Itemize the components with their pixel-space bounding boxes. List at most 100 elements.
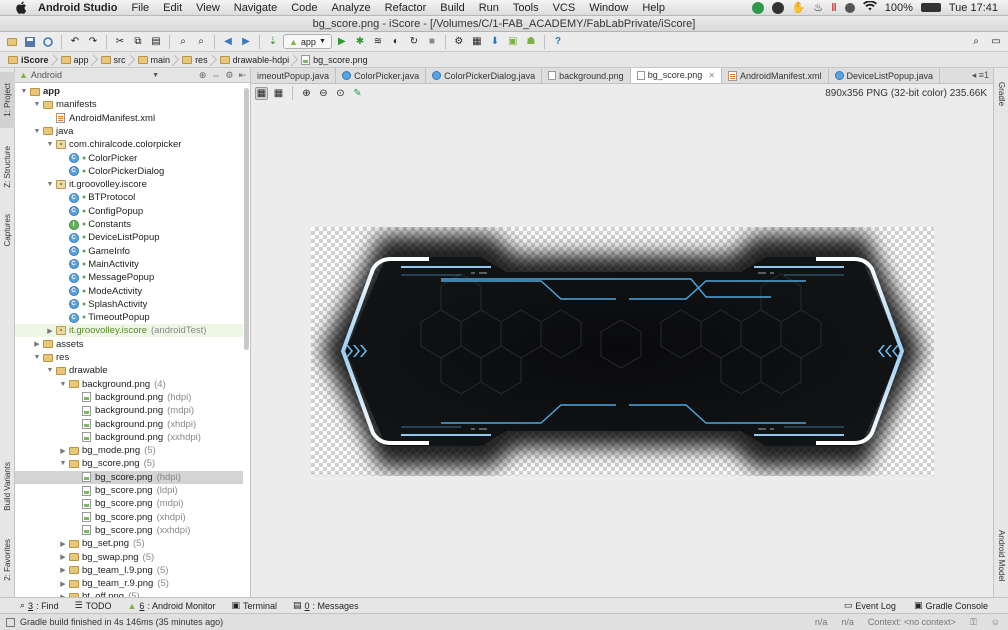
chevron-down-icon[interactable]: ▼ (58, 381, 68, 388)
actual-size-icon[interactable]: ⊙ (334, 87, 347, 100)
breadcrumb-item[interactable]: app (57, 52, 97, 68)
chevron-down-icon[interactable]: ▼ (32, 128, 42, 135)
collapse-all-icon[interactable]: ⇔ (211, 70, 220, 81)
inspector-icon[interactable]: ☺ (991, 617, 1000, 628)
chevron-down-icon[interactable]: ▼ (58, 460, 68, 467)
dropbox-icon[interactable]: ♨ (813, 1, 823, 14)
make-project-icon[interactable]: ⇣ (265, 34, 281, 50)
breadcrumb-item[interactable]: res (178, 52, 216, 68)
wifi-icon[interactable] (862, 0, 877, 14)
tool-messages[interactable]: ▤ 0: Messages (293, 600, 359, 611)
tabs-overflow-button[interactable]: ◂ ≡1 (968, 68, 993, 83)
chevron-right-icon[interactable]: ▶ (45, 327, 55, 335)
breadcrumb-item[interactable]: drawable-hdpi (216, 52, 298, 68)
android-device-icon[interactable]: ☗ (523, 34, 539, 50)
tool-android-monitor[interactable]: ▲ 6: Android Monitor (128, 601, 216, 611)
menu-code[interactable]: Code (284, 2, 324, 14)
tree-item[interactable]: C ● ColorPicker (15, 152, 243, 165)
search-everywhere-icon[interactable]: ⌕ (968, 34, 984, 50)
tree-item[interactable]: C ● DeviceListPopup (15, 231, 243, 244)
editor-tab[interactable]: ColorPickerDialog.java (426, 68, 543, 83)
save-icon[interactable] (22, 34, 38, 50)
avd-manager-icon[interactable]: ▣ (505, 34, 521, 50)
editor-tab[interactable]: bg_score.png ✕ (630, 68, 722, 83)
tree-item[interactable]: bg_score.png (hdpi) (15, 470, 243, 484)
menu-navigate[interactable]: Navigate (227, 2, 284, 14)
tree-item[interactable]: ▼ app (15, 85, 243, 98)
tree-item[interactable]: ▼ drawable (15, 364, 243, 377)
tree-item[interactable]: ▼ res (15, 351, 243, 364)
chevron-right-icon[interactable]: ▶ (58, 540, 68, 548)
tree-item[interactable]: AndroidManifest.xml (15, 112, 243, 125)
apply-changes-icon[interactable]: ↻ (406, 34, 422, 50)
tree-item[interactable]: ▶ it.groovolley.iscore (androidTest) (15, 324, 243, 338)
tree-item[interactable]: background.png (xhdpi) (15, 418, 243, 431)
editor-tab[interactable]: imeoutPopup.java (251, 68, 337, 83)
tree-item[interactable]: bg_score.png (xxhdpi) (15, 524, 243, 537)
apple-icon[interactable] (14, 1, 28, 15)
tab-favorites[interactable]: 2: Favorites (0, 530, 15, 590)
open-folder-icon[interactable] (4, 34, 20, 50)
breadcrumb-item[interactable]: main (134, 52, 179, 68)
tree-item[interactable]: ▶ bg_swap.png (5) (15, 551, 243, 564)
tree-item[interactable]: background.png (hdpi) (15, 391, 243, 404)
status-toggle-icon[interactable] (6, 617, 15, 627)
tree-item[interactable]: ▼ bg_score.png (5) (15, 457, 243, 470)
menu-run[interactable]: Run (472, 2, 506, 14)
chevron-right-icon[interactable]: ▶ (58, 580, 68, 588)
tree-item[interactable]: I ● Constants (15, 218, 243, 231)
tree-item[interactable]: C ● TimeoutPopup (15, 311, 243, 324)
redo-icon[interactable]: ↷ (85, 34, 101, 50)
help-icon[interactable]: ? (550, 34, 566, 50)
breadcrumb-item[interactable]: iScore (4, 52, 57, 68)
tree-item[interactable]: ▼ manifests (15, 98, 243, 111)
tree-item[interactable]: bg_score.png (ldpi) (15, 484, 243, 497)
replace-icon[interactable]: ⌕ (193, 34, 209, 50)
forward-icon[interactable]: ▶ (238, 34, 254, 50)
chevron-down-icon[interactable]: ▼ (45, 141, 55, 148)
tree-item[interactable]: ▶bt_off.png(5) (15, 590, 243, 597)
chevron-down-icon[interactable]: ▼ (45, 367, 55, 374)
tab-structure[interactable]: Z: Structure (0, 134, 15, 200)
tree-item[interactable]: C ● BTProtocol (15, 191, 243, 204)
menu-app-name[interactable]: Android Studio (34, 2, 124, 14)
clock[interactable]: Tue 17:41 (949, 2, 998, 14)
menu-tools[interactable]: Tools (506, 2, 546, 14)
breadcrumb-item[interactable]: src (97, 52, 134, 68)
tree-item[interactable]: C ● ColorPickerDialog (15, 165, 243, 178)
tree-item[interactable]: ▼ it.groovolley.iscore (15, 178, 243, 191)
gear-icon[interactable]: ⚙ (225, 70, 233, 81)
battery-icon[interactable] (920, 3, 941, 12)
tab-project[interactable]: 1: Project (0, 72, 15, 128)
hide-icon[interactable]: ⇤ (238, 70, 246, 81)
tree-item[interactable]: C ● MainActivity (15, 258, 243, 271)
tree-item[interactable]: ▼ java (15, 125, 243, 138)
menu-build[interactable]: Build (433, 2, 471, 14)
tab-captures[interactable]: Captures (0, 204, 15, 256)
paste-icon[interactable]: ▤ (148, 34, 164, 50)
tree-item[interactable]: C ● ConfigPopup (15, 205, 243, 218)
attach-icon[interactable]: ≋ (370, 34, 386, 50)
tree-item[interactable]: ▶ bg_set.png (5) (15, 537, 243, 550)
tool-terminal[interactable]: ▣ Terminal (231, 600, 277, 611)
editor-tab[interactable]: background.png (542, 68, 631, 83)
menu-help[interactable]: Help (635, 2, 672, 14)
stop-icon[interactable]: ■ (424, 34, 440, 50)
tree-item[interactable]: background.png (mdpi) (15, 404, 243, 417)
sync-icon[interactable] (751, 1, 764, 14)
tool-event-log[interactable]: ▭ Event Log (844, 600, 896, 611)
breadcrumb-item[interactable]: bg_score.png (297, 52, 376, 68)
tree-item[interactable]: ▼ com.chiralcode.colorpicker (15, 138, 243, 151)
debug-icon[interactable]: ✱ (352, 34, 368, 50)
security-icon[interactable] (771, 1, 784, 14)
tree-item[interactable]: bg_score.png (mdpi) (15, 497, 243, 510)
chevron-down-icon[interactable]: ▼ (32, 101, 42, 108)
layout-icon[interactable]: ▭ (988, 34, 1004, 50)
chevron-down-icon[interactable]: ▼ (45, 181, 55, 188)
scroll-from-source-icon[interactable]: ⊕ (199, 70, 207, 81)
tree-item[interactable]: ▶ bg_team_r.9.png (5) (15, 577, 243, 590)
close-icon[interactable]: ✕ (708, 71, 715, 80)
settings-icon[interactable]: ⚙ (451, 34, 467, 50)
editor-tab[interactable]: ColorPicker.java (336, 68, 427, 83)
tree-item[interactable]: C ● GameInfo (15, 245, 243, 258)
